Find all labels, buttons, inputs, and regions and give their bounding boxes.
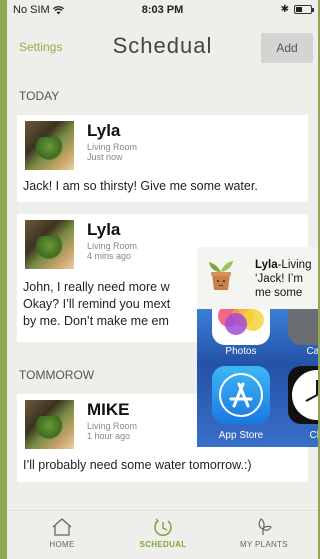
tab-label: MY PLANTS — [240, 540, 288, 549]
status-bar: No SIM 8:03 PM ✱ — [7, 0, 318, 20]
plant-name: Lyla — [87, 220, 121, 239]
reminder-card-1[interactable]: Lyla Living Room Just now Jack! I am so … — [17, 115, 308, 202]
app-label: App Store — [218, 430, 264, 441]
tab-my-plants[interactable]: MY PLANTS — [219, 517, 309, 549]
home-icon — [52, 518, 72, 536]
notification-line: ‘Jack! I’m — [255, 273, 303, 285]
time-ago: Just now — [87, 152, 123, 162]
status-right: ✱ — [280, 4, 314, 15]
clock-icon[interactable] — [288, 366, 318, 424]
notification-banner[interactable]: Lyla-Living ‘Jack! I’m me some — [197, 247, 318, 309]
app-label: Cam — [306, 346, 318, 357]
section-today: TODAY — [19, 89, 60, 103]
section-tomorrow: TOMMOROW — [19, 368, 95, 382]
notification-app-name: Lyla — [255, 259, 278, 271]
time-ago: 1 hour ago — [87, 431, 131, 441]
bluetooth-icon: ✱ — [280, 4, 289, 15]
reminder-message: Jack! I am so thirsty! Give me some wate… — [23, 179, 258, 193]
app-label: Clo — [309, 430, 318, 441]
clock-hands — [305, 380, 318, 402]
nav-bar: Settings Schedual Add — [7, 20, 318, 70]
notification-line: me some — [255, 287, 303, 299]
status-time: 8:03 PM — [141, 4, 184, 16]
app-label: Photos — [225, 346, 257, 357]
tab-home[interactable]: HOME — [17, 517, 107, 549]
plant-icon — [258, 518, 272, 535]
app-store-glyph — [219, 373, 263, 417]
notification-subtitle: -Living — [277, 259, 312, 271]
plant-avatar — [25, 220, 74, 269]
time-ago: 4 mins ago — [87, 251, 132, 261]
tab-label: SCHEDUAL — [139, 540, 187, 549]
tab-schedual[interactable]: SCHEDUAL — [118, 517, 208, 549]
plant-name: MIKE — [87, 400, 130, 419]
schedule-icon — [154, 518, 172, 536]
camera-icon[interactable] — [288, 309, 318, 345]
tab-label: HOME — [49, 540, 75, 549]
photos-icon[interactable] — [212, 309, 270, 345]
app-store-icon[interactable] — [212, 366, 270, 424]
plant-name: Lyla — [87, 121, 121, 140]
plant-avatar — [25, 400, 74, 449]
home-screen-overlay: Photos Cam App Store Clo — [197, 309, 318, 447]
reminder-message: I’ll probably need some water tomorrow.:… — [23, 458, 252, 472]
app-logo-icon — [209, 261, 233, 290]
tab-bar: HOME SCHEDUAL MY PLANTS — [7, 510, 318, 559]
notification-text: Lyla-Living ‘Jack! I’m me some — [255, 258, 311, 300]
battery-icon — [294, 5, 314, 14]
add-button[interactable]: Add — [261, 33, 313, 63]
plant-avatar — [25, 121, 74, 170]
